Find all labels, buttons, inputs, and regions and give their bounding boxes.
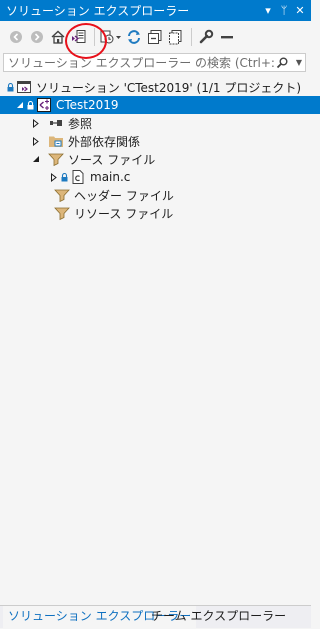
- lock-icon: [6, 78, 14, 96]
- toolbar-separator: [191, 28, 192, 46]
- pending-changes-filter-icon[interactable]: [99, 27, 123, 47]
- collapsed-arrow-icon[interactable]: [30, 114, 42, 132]
- filter-folder-icon: [54, 187, 70, 203]
- tree-label: ソリューション 'CTest2019' (1/1 プロジェクト): [36, 80, 302, 95]
- tree-label: main.c: [90, 170, 131, 184]
- pin-icon[interactable]: ᛘ: [276, 0, 292, 21]
- toolbar-separator: [94, 28, 95, 46]
- sync-icon[interactable]: [124, 27, 144, 47]
- tree-label: ソース ファイル: [68, 152, 156, 167]
- preview-icon[interactable]: [217, 27, 237, 47]
- search-input[interactable]: [4, 53, 276, 72]
- c-file-icon: [70, 169, 86, 185]
- expanded-arrow-icon[interactable]: [14, 96, 26, 114]
- tree-item-project[interactable]: CTest2019: [0, 96, 320, 114]
- tree-label: 外部依存関係: [68, 134, 141, 149]
- lock-icon: [60, 168, 68, 186]
- filter-folder-icon: [54, 205, 70, 221]
- tree-item-header-files[interactable]: ヘッダー ファイル: [0, 186, 320, 204]
- toolbar: [0, 23, 311, 51]
- search-box: ▼: [3, 53, 306, 72]
- tree-item-references[interactable]: 参照: [0, 114, 320, 132]
- switch-views-icon[interactable]: [69, 27, 89, 47]
- collapsed-arrow-icon[interactable]: [30, 132, 42, 150]
- lock-icon: [26, 96, 34, 114]
- tree-item-main-c[interactable]: main.c: [0, 168, 320, 186]
- home-icon[interactable]: [48, 27, 68, 47]
- window-title: ソリューション エクスプローラー: [6, 4, 190, 18]
- tree-label: リソース ファイル: [74, 206, 174, 221]
- solution-icon: [16, 79, 32, 95]
- cpp-project-icon: [36, 97, 52, 113]
- tree-item-resource-files[interactable]: リソース ファイル: [0, 204, 320, 222]
- filter-folder-icon: [48, 151, 64, 167]
- references-icon: [48, 115, 64, 131]
- external-dependencies-icon: [48, 133, 64, 149]
- tree-item-solution[interactable]: ソリューション 'CTest2019' (1/1 プロジェクト): [0, 78, 317, 96]
- properties-icon[interactable]: [196, 27, 216, 47]
- show-all-files-icon[interactable]: [166, 27, 186, 47]
- window-titlebar: ソリューション エクスプローラー ▾ ᛘ ✕: [0, 0, 311, 21]
- tree-label: CTest2019: [56, 98, 119, 112]
- back-icon[interactable]: [6, 27, 26, 47]
- tree-item-external-deps[interactable]: 外部依存関係: [0, 132, 320, 150]
- bottom-tab-bar: ソリューション エクスプローラー チーム エクスプローラー: [0, 605, 311, 629]
- search-options-dropdown[interactable]: ▼: [293, 58, 305, 67]
- search-icon[interactable]: [276, 57, 290, 69]
- window-position-dropdown[interactable]: ▾: [260, 0, 276, 21]
- collapse-all-icon[interactable]: [145, 27, 165, 47]
- expanded-arrow-icon[interactable]: [30, 150, 42, 168]
- tree-item-source-files[interactable]: ソース ファイル: [0, 150, 320, 168]
- close-icon[interactable]: ✕: [292, 0, 308, 21]
- tree-label: 参照: [68, 116, 93, 131]
- tree-label: ヘッダー ファイル: [74, 188, 174, 203]
- forward-icon[interactable]: [27, 27, 47, 47]
- collapsed-arrow-icon[interactable]: [48, 168, 60, 186]
- tab-team-explorer[interactable]: チーム エクスプローラー: [146, 606, 291, 628]
